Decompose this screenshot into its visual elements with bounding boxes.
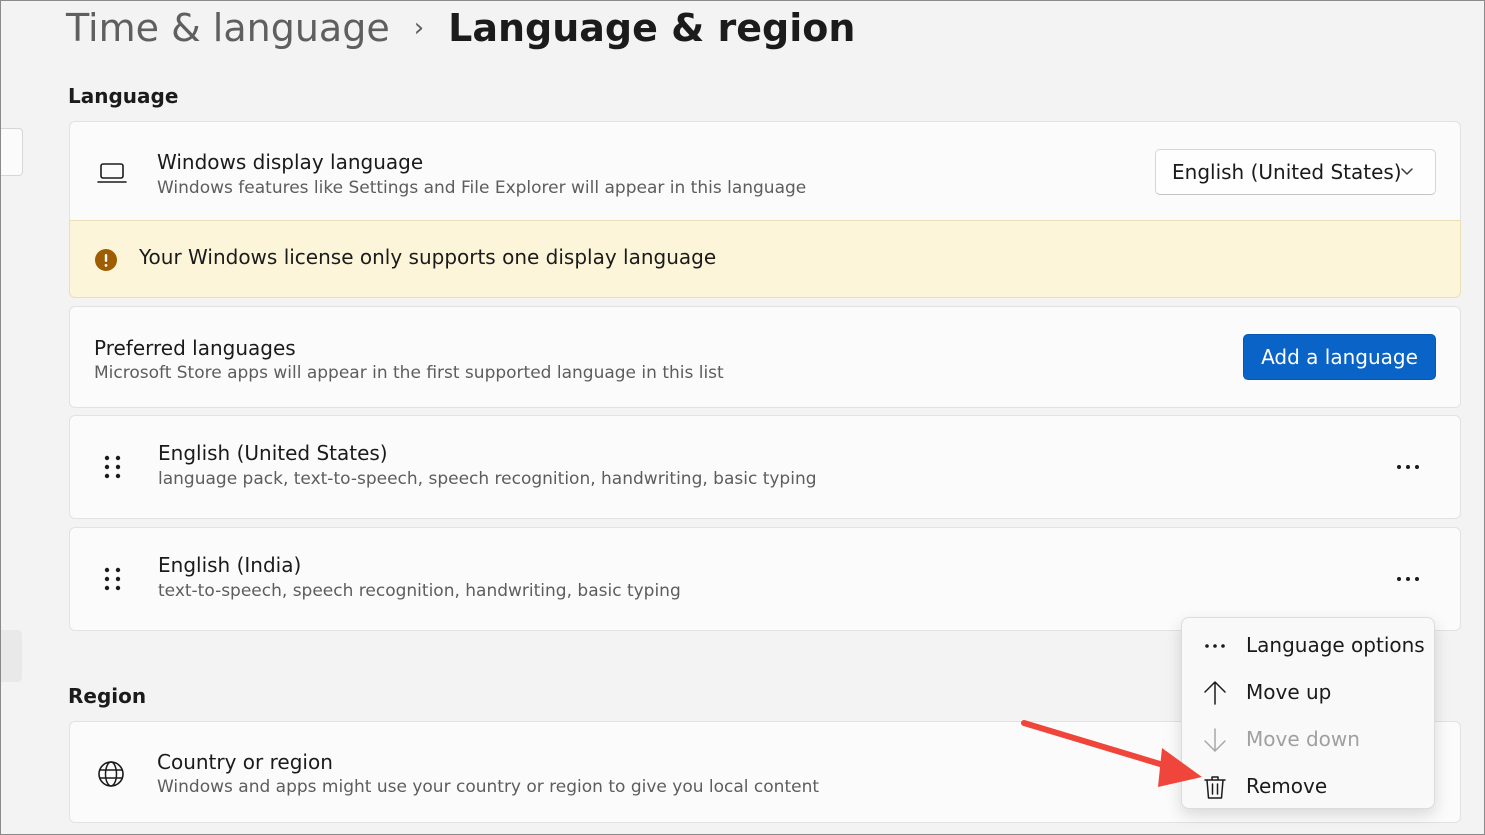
page-title: Language & region [448, 6, 856, 50]
warning-icon [95, 249, 117, 271]
nav-pane-stub-lower [0, 630, 22, 682]
drag-handle-icon[interactable] [103, 566, 123, 594]
language-name: English (United States) [158, 441, 388, 465]
menu-item-move-up[interactable]: Move up [1182, 670, 1434, 716]
region-section-title: Region [68, 684, 147, 708]
arrow-up-icon [1204, 681, 1226, 705]
laptop-icon [97, 163, 127, 183]
license-warning-bar: Your Windows license only supports one d… [69, 220, 1461, 298]
arrow-down-icon [1204, 728, 1226, 752]
language-context-menu: Language options Move up Move down Remov… [1181, 617, 1435, 809]
breadcrumb: Time & language › Language & region [66, 2, 855, 54]
display-language-subtitle: Windows features like Settings and File … [157, 178, 807, 198]
nav-pane-stub [0, 128, 23, 176]
menu-item-label: Move up [1246, 680, 1332, 704]
language-name: English (India) [158, 553, 302, 577]
menu-item-label: Remove [1246, 774, 1328, 798]
more-options-icon[interactable] [1395, 566, 1421, 592]
trash-icon [1204, 776, 1226, 799]
language-row-english-india[interactable]: English (India) text-to-speech, speech r… [69, 527, 1461, 631]
language-row-english-us[interactable]: English (United States) language pack, t… [69, 415, 1461, 519]
menu-item-label: Language options [1246, 633, 1425, 657]
display-language-title: Windows display language [157, 150, 424, 174]
menu-item-label: Move down [1246, 727, 1360, 751]
chevron-down-icon [1401, 168, 1413, 175]
drag-handle-icon[interactable] [103, 454, 123, 482]
more-icon [1205, 644, 1225, 648]
language-features: language pack, text-to-speech, speech re… [158, 469, 817, 489]
menu-item-language-options[interactable]: Language options [1182, 623, 1434, 669]
country-region-title: Country or region [157, 750, 333, 774]
menu-item-move-down: Move down [1182, 717, 1434, 763]
menu-item-remove[interactable]: Remove [1182, 764, 1434, 810]
globe-icon [98, 761, 124, 787]
breadcrumb-separator: › [413, 13, 425, 43]
license-warning-text: Your Windows license only supports one d… [139, 245, 717, 269]
more-options-icon[interactable] [1395, 454, 1421, 480]
preferred-languages-title: Preferred languages [94, 336, 296, 360]
language-section-title: Language [68, 84, 179, 108]
add-language-button[interactable]: Add a language [1243, 334, 1436, 380]
preferred-languages-subtitle: Microsoft Store apps will appear in the … [94, 363, 724, 383]
breadcrumb-parent[interactable]: Time & language [66, 6, 390, 50]
country-region-subtitle: Windows and apps might use your country … [157, 777, 820, 797]
display-language-selected: English (United States) [1172, 160, 1402, 184]
display-language-dropdown[interactable]: English (United States) [1155, 149, 1436, 195]
language-features: text-to-speech, speech recognition, hand… [158, 581, 681, 601]
